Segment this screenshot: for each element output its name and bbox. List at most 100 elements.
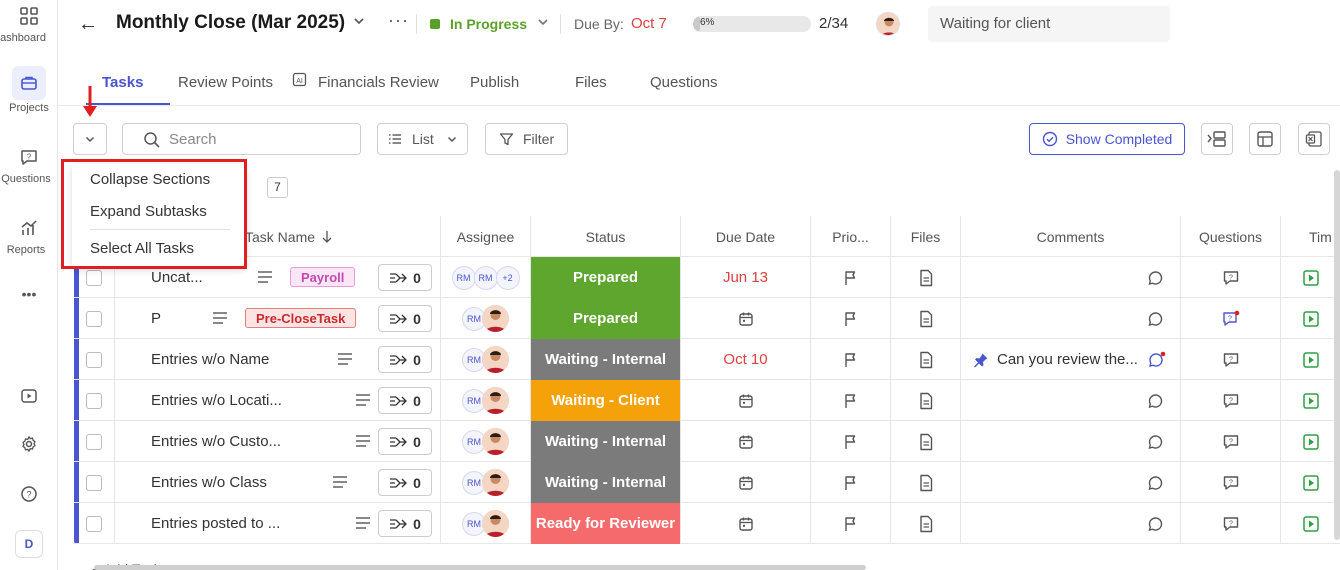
drag-menu-icon[interactable] <box>337 352 353 366</box>
column-header-priority[interactable]: Prio... <box>811 216 891 257</box>
filter-button[interactable]: Filter <box>485 123 568 155</box>
table-row[interactable]: Entries w/o Class 0 RM Waiting - Interna… <box>74 462 1340 503</box>
comment-bubble-icon[interactable] <box>1147 269 1165 287</box>
task-checkbox[interactable] <box>86 269 102 286</box>
table-row[interactable]: Uncat... Payroll 0 RM RM +2 Prepared Jun… <box>74 257 1340 298</box>
table-row[interactable]: Entries w/o Name 0 RM Waiting - Internal… <box>74 339 1340 380</box>
task-checkbox[interactable] <box>86 351 102 368</box>
play-timer-icon[interactable] <box>1302 433 1320 451</box>
column-header-time[interactable]: Tim <box>1309 229 1332 245</box>
question-bubble-icon[interactable]: ? <box>1222 433 1240 451</box>
drag-menu-icon[interactable] <box>355 393 371 407</box>
calendar-icon[interactable] <box>738 516 754 532</box>
task-tag[interactable]: Pre-CloseTask <box>245 308 357 328</box>
sidebar-item-questions[interactable]: ? Questions <box>0 143 58 185</box>
tab-tasks[interactable]: Tasks <box>102 74 143 91</box>
vertical-scrollbar[interactable] <box>1334 170 1340 540</box>
column-header-assignee[interactable]: Assignee <box>441 216 531 257</box>
column-header-files[interactable]: Files <box>891 216 961 257</box>
subtasks-button[interactable]: 0 <box>378 387 432 414</box>
show-completed-button[interactable]: Show Completed <box>1029 123 1185 155</box>
play-timer-icon[interactable] <box>1302 351 1320 369</box>
question-bubble-icon[interactable]: ? <box>1222 269 1240 287</box>
subtasks-button[interactable]: 0 <box>378 469 432 496</box>
task-checkbox[interactable] <box>86 474 102 491</box>
calendar-icon[interactable] <box>738 311 754 327</box>
flag-icon[interactable] <box>843 434 859 450</box>
drag-menu-icon[interactable] <box>355 434 371 448</box>
comment-bubble-icon[interactable] <box>1147 433 1165 451</box>
subtasks-button[interactable]: 0 <box>378 510 432 537</box>
question-bubble-icon[interactable]: ? <box>1221 309 1241 329</box>
task-name[interactable]: Entries w/o Custo... <box>151 433 281 450</box>
gear-icon[interactable] <box>0 430 58 458</box>
flag-icon[interactable] <box>843 475 859 491</box>
drag-menu-icon[interactable] <box>212 311 228 325</box>
view-mode-dropdown[interactable]: List <box>377 123 468 155</box>
column-header-status[interactable]: Status <box>531 216 681 257</box>
tab-questions[interactable]: Questions <box>650 74 718 91</box>
question-bubble-icon[interactable]: ? <box>1222 474 1240 492</box>
table-row[interactable]: P Pre-CloseTask 0 RM Prepared ? <box>74 298 1340 339</box>
task-checkbox[interactable] <box>86 392 102 409</box>
flag-icon[interactable] <box>843 270 859 286</box>
status-badge[interactable]: Waiting - Internal <box>531 421 681 462</box>
back-arrow-icon[interactable]: ← <box>78 13 98 36</box>
status-badge[interactable]: Waiting - Client <box>531 380 681 421</box>
avatar[interactable] <box>482 428 509 455</box>
avatar[interactable] <box>482 305 509 332</box>
question-bubble-icon[interactable]: ? <box>1222 515 1240 533</box>
file-icon[interactable] <box>918 269 934 287</box>
status-badge[interactable]: Waiting - Internal <box>531 462 681 503</box>
comment-preview[interactable]: Can you review the... <box>997 351 1138 368</box>
file-icon[interactable] <box>918 474 934 492</box>
status-badge[interactable]: Ready for Reviewer <box>531 503 681 544</box>
flag-icon[interactable] <box>843 311 859 327</box>
task-name[interactable]: Entries posted to ... <box>151 515 280 532</box>
due-by-value[interactable]: Oct 7 <box>631 15 667 32</box>
task-checkbox[interactable] <box>86 515 102 532</box>
column-header-task-name[interactable]: Task Name <box>245 229 315 245</box>
more-options-icon[interactable]: ··· <box>388 10 409 31</box>
task-name[interactable]: P <box>151 310 161 327</box>
subtasks-button[interactable]: 0 <box>378 428 432 455</box>
calendar-icon[interactable] <box>738 475 754 491</box>
task-name[interactable]: Entries w/o Class <box>151 474 267 491</box>
file-icon[interactable] <box>918 310 934 328</box>
due-date-value[interactable]: Jun 13 <box>723 269 768 286</box>
table-row[interactable]: Entries posted to ... 0 RM Ready for Rev… <box>74 503 1340 544</box>
video-icon[interactable] <box>0 382 58 410</box>
play-timer-icon[interactable] <box>1302 515 1320 533</box>
status-badge[interactable]: Prepared <box>531 257 681 298</box>
tab-financials-review[interactable]: Financials Review <box>318 74 439 91</box>
more-icon[interactable]: ••• <box>0 286 58 302</box>
calendar-icon[interactable] <box>738 434 754 450</box>
question-bubble-icon[interactable]: ? <box>1222 392 1240 410</box>
drag-menu-icon[interactable] <box>332 475 348 489</box>
comment-bubble-icon[interactable] <box>1147 392 1165 410</box>
play-timer-icon[interactable] <box>1302 392 1320 410</box>
task-name[interactable]: Uncat... <box>151 269 203 286</box>
avatar[interactable] <box>482 469 509 496</box>
sidebar-item-dashboard[interactable]: ashboard <box>0 2 58 44</box>
avatar[interactable] <box>482 387 509 414</box>
assignee-initials[interactable]: RM <box>473 265 498 290</box>
task-checkbox[interactable] <box>86 310 102 327</box>
subtasks-button[interactable]: 0 <box>378 305 432 332</box>
export-excel-button[interactable] <box>1298 123 1330 155</box>
project-note[interactable]: Waiting for client <box>928 6 1170 42</box>
comment-bubble-icon[interactable] <box>1147 474 1165 492</box>
file-icon[interactable] <box>918 351 934 369</box>
chevron-down-icon[interactable] <box>352 14 366 31</box>
avatar[interactable] <box>482 510 509 537</box>
drag-menu-icon[interactable] <box>355 516 371 530</box>
task-tag[interactable]: Payroll <box>290 267 356 287</box>
column-header-comments[interactable]: Comments <box>961 216 1181 257</box>
assignee-initials[interactable]: RM <box>451 265 476 290</box>
flag-icon[interactable] <box>843 352 859 368</box>
column-header-due-date[interactable]: Due Date <box>681 216 811 257</box>
question-bubble-icon[interactable]: ? <box>1222 351 1240 369</box>
drag-menu-icon[interactable] <box>257 270 273 284</box>
layout-toggle-button[interactable] <box>1201 123 1233 155</box>
column-header-questions[interactable]: Questions <box>1181 216 1281 257</box>
